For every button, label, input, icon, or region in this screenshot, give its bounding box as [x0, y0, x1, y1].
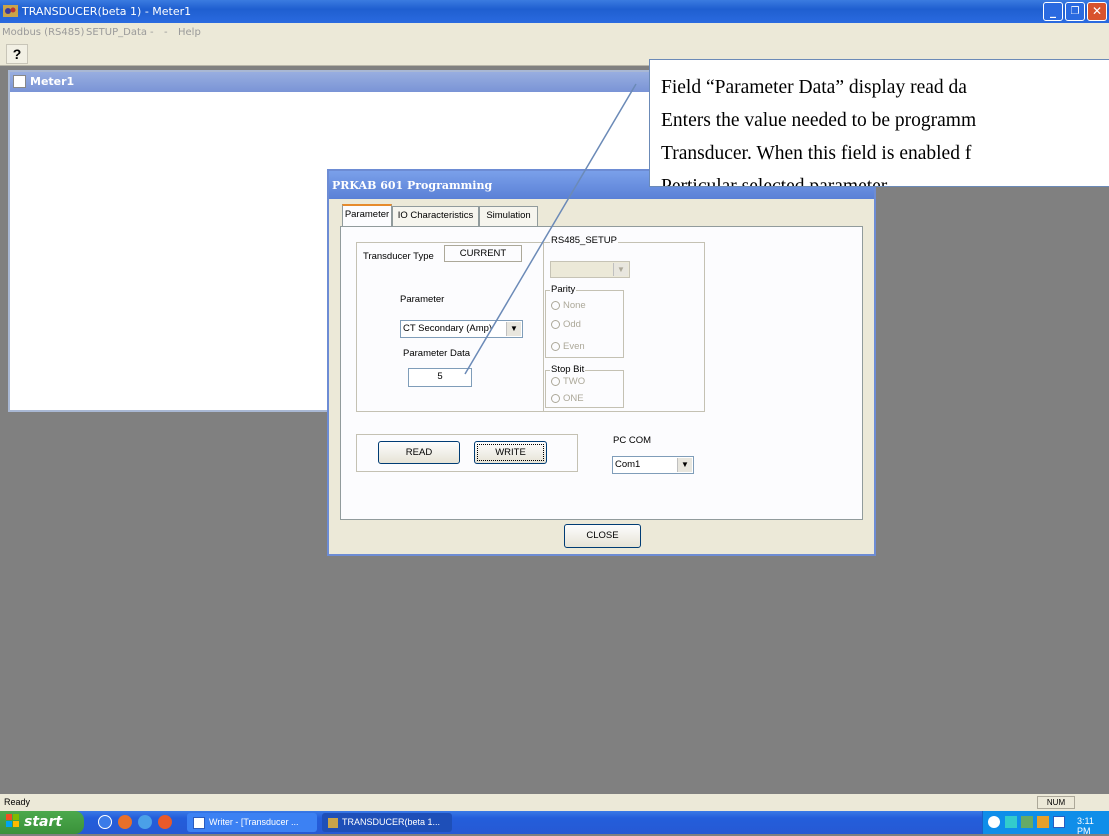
tray-icon-4[interactable] — [1053, 816, 1065, 828]
tray-icon-2[interactable] — [1021, 816, 1033, 828]
start-button[interactable]: start — [0, 811, 84, 834]
status-bar: Ready NUM — [0, 794, 1109, 811]
clock[interactable]: 3:11 PM — [1077, 816, 1109, 836]
media-icon[interactable] — [158, 815, 172, 829]
taskbar: start Writer - [Transducer ... TRANSDUCE… — [0, 811, 1109, 836]
tray-expand-icon[interactable] — [988, 816, 1000, 828]
system-tray: 3:11 PM — [982, 811, 1109, 836]
browser-icon[interactable] — [138, 815, 152, 829]
num-lock-indicator: NUM — [1037, 796, 1075, 809]
taskbar-transducer-label: TRANSDUCER(beta 1... — [342, 817, 441, 827]
start-label: start — [24, 814, 63, 830]
tray-icon-3[interactable] — [1037, 816, 1049, 828]
firefox-icon[interactable] — [118, 815, 132, 829]
windows-logo-icon — [6, 814, 20, 828]
writer-icon — [193, 816, 205, 829]
taskbar-writer-label: Writer - [Transducer ... — [209, 817, 299, 827]
callout-leader-line — [464, 83, 637, 375]
status-text: Ready — [4, 797, 31, 807]
network-icon[interactable] — [1005, 816, 1017, 828]
transducer-icon — [328, 817, 338, 828]
tab-parameter[interactable]: Parameter — [342, 204, 392, 226]
taskbar-transducer-button[interactable]: TRANSDUCER(beta 1... — [322, 813, 452, 832]
ie-icon[interactable] — [98, 815, 112, 829]
taskbar-writer-button[interactable]: Writer - [Transducer ... — [187, 813, 317, 832]
